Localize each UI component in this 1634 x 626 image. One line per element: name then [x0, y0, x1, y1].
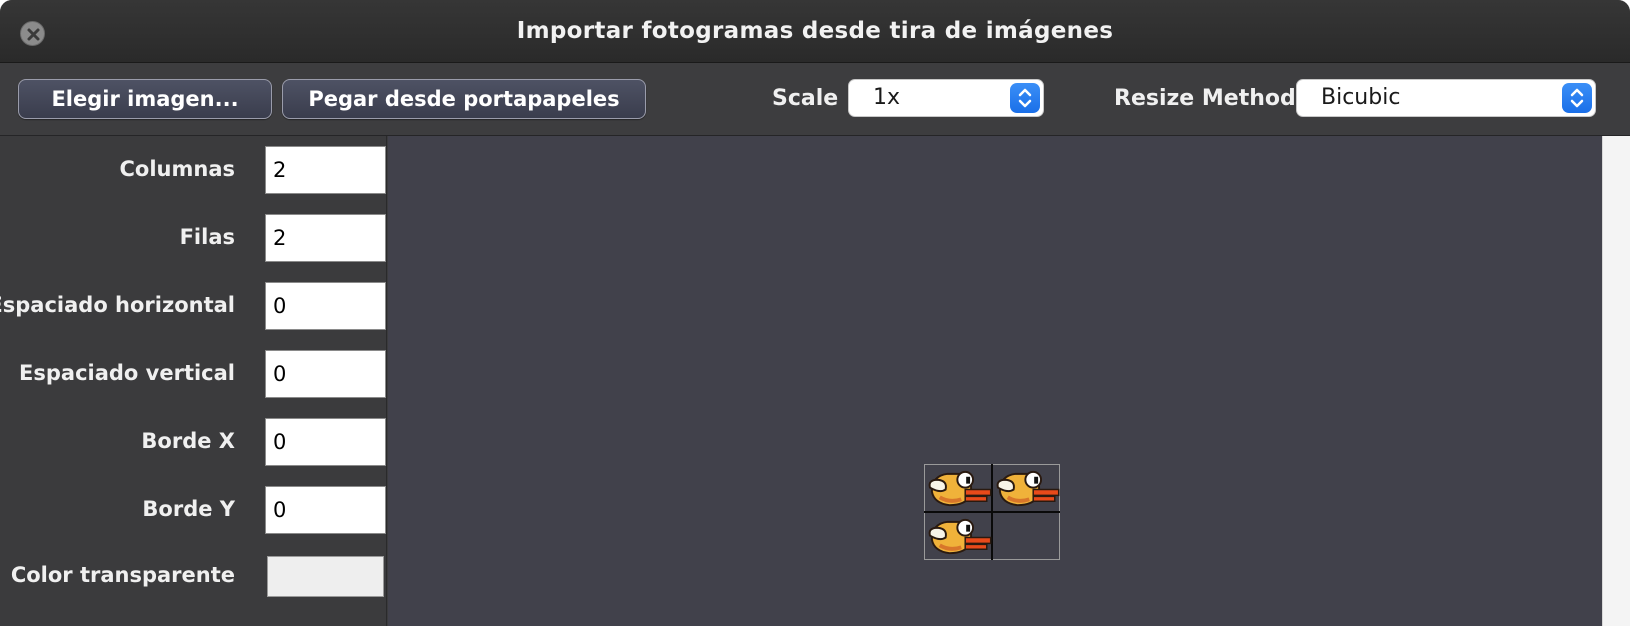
toolbar: Elegir imagen... Pegar desde portapapele…: [0, 63, 1630, 136]
frame-preview-area[interactable]: [388, 136, 1602, 626]
border-x-input[interactable]: 0: [265, 418, 386, 466]
sprite-sheet-grid[interactable]: [924, 464, 1060, 560]
horizontal-spacing-input[interactable]: 0: [265, 282, 386, 330]
scale-label: Scale: [772, 86, 839, 111]
transparent-color-label: Color transparente: [10, 563, 235, 587]
columns-label: Columnas: [119, 157, 236, 181]
chevron-updown-icon: [1562, 83, 1592, 113]
resize-method-label: Resize Method: [1114, 86, 1296, 111]
columns-input[interactable]: 2: [265, 146, 386, 194]
border-y-row: Borde Y 0: [0, 486, 386, 534]
horizontal-spacing-label: Espaciado horizontal: [0, 293, 235, 317]
resize-method-select-value: Bicubic: [1321, 85, 1401, 110]
transparent-color-row: Color transparente: [0, 554, 386, 602]
vertical-spacing-input[interactable]: 0: [265, 350, 386, 398]
sprite-frame-3: [927, 517, 993, 556]
horizontal-spacing-row: Espaciado horizontal 0: [0, 282, 386, 330]
title-bar: Importar fotogramas desde tira de imágen…: [0, 0, 1630, 63]
scale-select-value: 1x: [873, 85, 901, 110]
sprite-frame-1: [927, 469, 993, 508]
paste-from-clipboard-button[interactable]: Pegar desde portapapeles: [282, 79, 646, 119]
transparent-color-swatch[interactable]: [267, 556, 384, 597]
sprite-frame-2: [995, 469, 1060, 508]
border-x-row: Borde X 0: [0, 418, 386, 466]
rows-input[interactable]: 2: [265, 214, 386, 262]
choose-image-button[interactable]: Elegir imagen...: [18, 79, 272, 119]
border-y-input[interactable]: 0: [265, 486, 386, 534]
border-y-label: Borde Y: [142, 497, 235, 521]
columns-row: Columnas 2: [0, 146, 386, 194]
settings-panel: Columnas 2 Filas 2 Espaciado horizontal …: [0, 136, 387, 626]
right-edge-panel: [1602, 136, 1630, 626]
vertical-spacing-label: Espaciado vertical: [19, 361, 235, 385]
resize-method-select[interactable]: Bicubic: [1296, 79, 1596, 117]
import-frames-dialog: Importar fotogramas desde tira de imágen…: [0, 0, 1630, 626]
sprite-frame-4-empty: [993, 513, 1059, 559]
rows-row: Filas 2: [0, 214, 386, 262]
border-x-label: Borde X: [141, 429, 235, 453]
rows-label: Filas: [179, 225, 235, 249]
chevron-updown-icon: [1010, 83, 1040, 113]
vertical-spacing-row: Espaciado vertical 0: [0, 350, 386, 398]
scale-select[interactable]: 1x: [848, 79, 1044, 117]
window-title: Importar fotogramas desde tira de imágen…: [516, 18, 1114, 44]
